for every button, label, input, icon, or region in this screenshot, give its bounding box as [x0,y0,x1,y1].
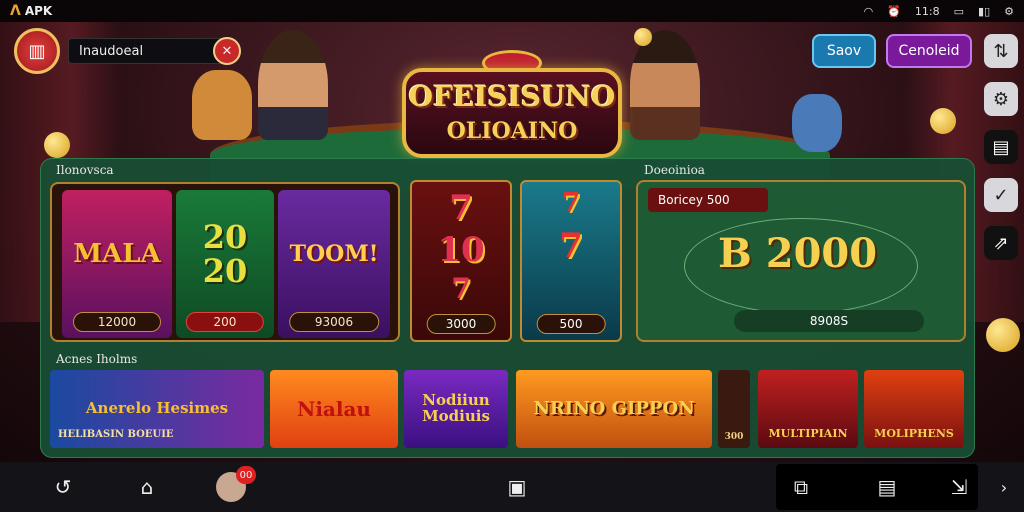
status-icons: ◠ ⏰ 11:8 ▭ ▮▯ ⚙ [864,5,1014,18]
coin-icon [634,28,652,46]
logo-subtitle: OLIOAINO [446,118,578,144]
avatar[interactable]: ▥ [14,28,60,74]
slot-card[interactable]: TOOM! 93006 [278,190,390,338]
bonus-section-title: Doeoinioa [644,163,705,177]
reel[interactable]: 7 7 500 [520,180,622,342]
reel-symbol: 7 [451,272,471,305]
game-title: MOLIPHENS [874,427,954,441]
signal-icon: ▭ [953,4,965,18]
bottom-nav: ↺ ⌂ 00 ▣ ⧉ ▤ ⇲ › [0,462,1024,512]
slots-section-title: Ilonovsca [56,163,114,177]
reel-value: 500 [536,314,606,334]
coin-icon [930,108,956,134]
tools-icon[interactable]: ✕ [213,37,241,65]
alarm-icon: ⏰ [887,4,901,18]
slot-card[interactable]: 20 20 200 [176,190,274,338]
document-icon[interactable]: ▤ [872,470,902,504]
game-logo: OFEISISUNO OLIOAINO [402,40,622,160]
book-icon[interactable]: ▤ [984,130,1018,164]
chevron-right-icon[interactable]: › [992,470,1016,504]
share-icon[interactable]: ⇗ [984,226,1018,260]
status-bar: Ʌ APK ◠ ⏰ 11:8 ▭ ▮▯ ⚙ [0,0,1024,22]
cancel-button[interactable]: Cenoleid [886,34,972,68]
game-tile[interactable]: 300 [718,370,750,448]
battery-icon: ▮▯ [978,4,991,18]
slot-card-value: 12000 [73,312,161,332]
coin-icon [986,318,1020,352]
bonus-amount: B 2000 [718,230,878,277]
games-row: Anerelo Hesimes HELIBASIN BOEUIE Nialau … [50,370,965,450]
game-tile[interactable]: MOLIPHENS [864,370,964,448]
game-title: Anerelo Hesimes [85,399,229,418]
host-left-image [258,30,328,140]
game-tile[interactable]: Nodiiun Modiuis [404,370,508,448]
check-icon[interactable]: ✓ [984,178,1018,212]
avatar: 00 [216,466,256,502]
bonus-tag: Boricey 500 [648,188,768,212]
slot-card-title: TOOM! [289,241,379,268]
exit-icon[interactable]: ⇲ [944,470,974,504]
settings-icon: ⚙ [1004,4,1014,18]
profile-bar[interactable]: ▥ Inaudoeal ✕ [14,28,241,74]
reel-value: 3000 [426,314,496,334]
reel[interactable]: 7 10 7 3000 [410,180,512,342]
reel-symbol: 7 [561,188,581,218]
reel-symbol: 7 [559,226,583,266]
reel-symbol: 10 [437,230,485,270]
games-section-title: Acnes Iholms [56,352,138,366]
menu-icon[interactable]: ▣ [502,470,532,504]
game-tile[interactable]: MULTIPIAIN [758,370,858,448]
profile-nav[interactable]: 00 [214,466,256,504]
game-tile[interactable]: NRINO GIPPON [516,370,712,448]
game-title: 300 [724,431,744,442]
game-tile[interactable]: Nialau [270,370,398,448]
slot-card-value: 200 [185,312,265,332]
game-tile[interactable]: Anerelo Hesimes HELIBASIN BOEUIE [50,370,264,448]
game-title: NRINO GIPPON [533,397,695,419]
back-icon[interactable]: ↺ [48,470,78,504]
save-button[interactable]: Saov [812,34,876,68]
app-indicator: Ʌ APK [10,3,52,19]
username: Inaudoeal [79,43,144,59]
home-icon[interactable]: ⌂ [132,470,162,504]
reel-symbol: 7 [449,188,473,228]
slot-card[interactable]: MALA 12000 [62,190,172,338]
app-logo-icon: Ʌ [10,3,21,19]
sliders-icon[interactable]: ⇅ [984,34,1018,68]
bonus-table[interactable]: Boricey 500 B 2000 8908S [636,180,966,342]
game-title: Nialau [297,396,371,421]
logo-title: OFEISISUNO [408,80,616,113]
slot-card-title: 20 20 [176,190,274,320]
side-toolbar: ⇅ ⚙ ▤ ✓ ⇗ [984,34,1018,260]
gear-icon[interactable]: ⚙ [984,82,1018,116]
app-label: APK [24,4,53,18]
coin-icon [44,132,70,158]
featured-slots: MALA 12000 20 20 200 TOOM! 93006 [50,182,400,342]
username-field: Inaudoeal ✕ [68,37,241,65]
wifi-icon: ◠ [863,4,874,18]
fox-mascot-image [192,70,252,140]
game-title: MULTIPIAIN [768,427,848,441]
game-title: Nodiiun Modiuis [422,391,490,425]
wallet-icon[interactable]: ⧉ [786,470,816,504]
notification-badge: 00 [236,466,256,484]
slot-card-title-text: 20 20 [202,218,248,290]
bonus-footer: 8908S [734,310,924,332]
slot-card-title: MALA [73,239,161,270]
slot-card-value: 93006 [289,312,379,332]
game-caption: HELIBASIN BOEUIE [58,428,174,440]
clock: 11:8 [914,4,940,18]
slot-reels: 7 10 7 3000 7 7 500 [410,180,622,342]
